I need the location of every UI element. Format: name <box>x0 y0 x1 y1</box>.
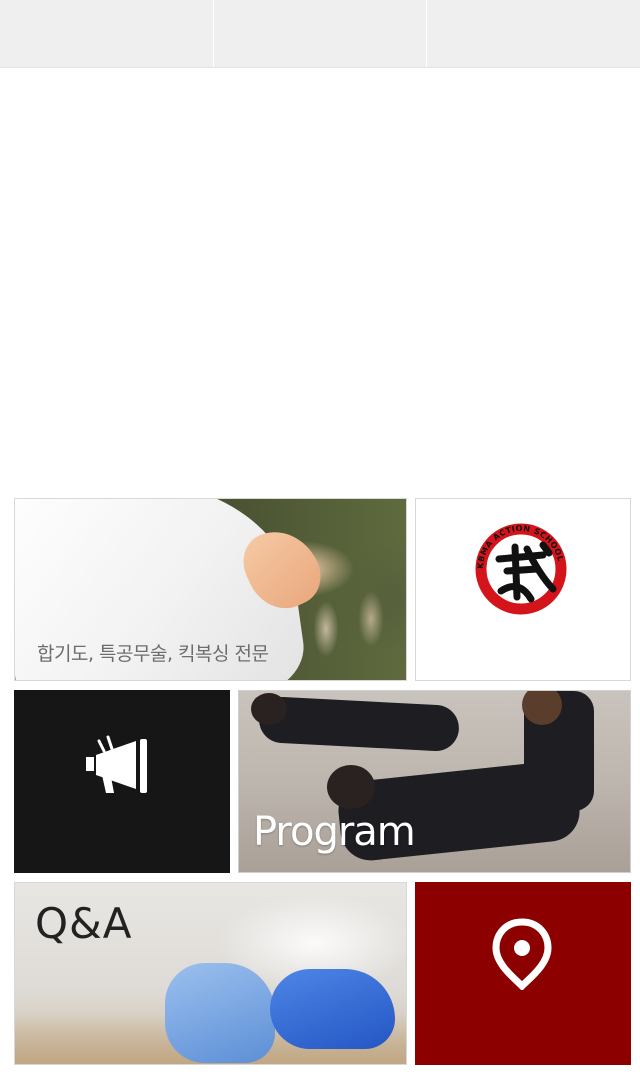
notice-tile[interactable] <box>14 690 230 873</box>
logo-ring-text: KBMA ACTION SCHOOL <box>476 524 565 569</box>
megaphone-icon <box>86 735 147 793</box>
program-student-head <box>251 693 287 725</box>
program-tile[interactable]: Program <box>238 690 631 873</box>
martial-arts-logo-icon: KBMA ACTION SCHOOL <box>475 523 567 615</box>
svg-text:KBMA ACTION SCHOOL: KBMA ACTION SCHOOL <box>476 524 565 569</box>
top-tab-bar <box>0 0 640 68</box>
program-student-front-head <box>327 765 375 809</box>
map-tile[interactable] <box>415 882 631 1065</box>
top-tab-2[interactable] <box>214 0 428 67</box>
hero-tile[interactable]: 합기도, 특공무술, 킥복싱 전문 <box>14 498 407 681</box>
top-tab-1[interactable] <box>0 0 214 67</box>
boxing-glove-right-image <box>270 969 395 1049</box>
hero-caption: 합기도, 특공무술, 킥복싱 전문 <box>37 643 269 665</box>
logo-tile[interactable]: KBMA ACTION SCHOOL <box>415 498 631 681</box>
top-tab-3[interactable] <box>427 0 640 67</box>
program-label: Program <box>253 809 416 855</box>
qa-tile[interactable]: Q&A <box>14 882 407 1065</box>
location-pin-icon <box>492 918 552 990</box>
qa-label: Q&A <box>35 899 133 948</box>
boxing-glove-left-image <box>165 963 275 1063</box>
program-student-image <box>257 695 461 753</box>
